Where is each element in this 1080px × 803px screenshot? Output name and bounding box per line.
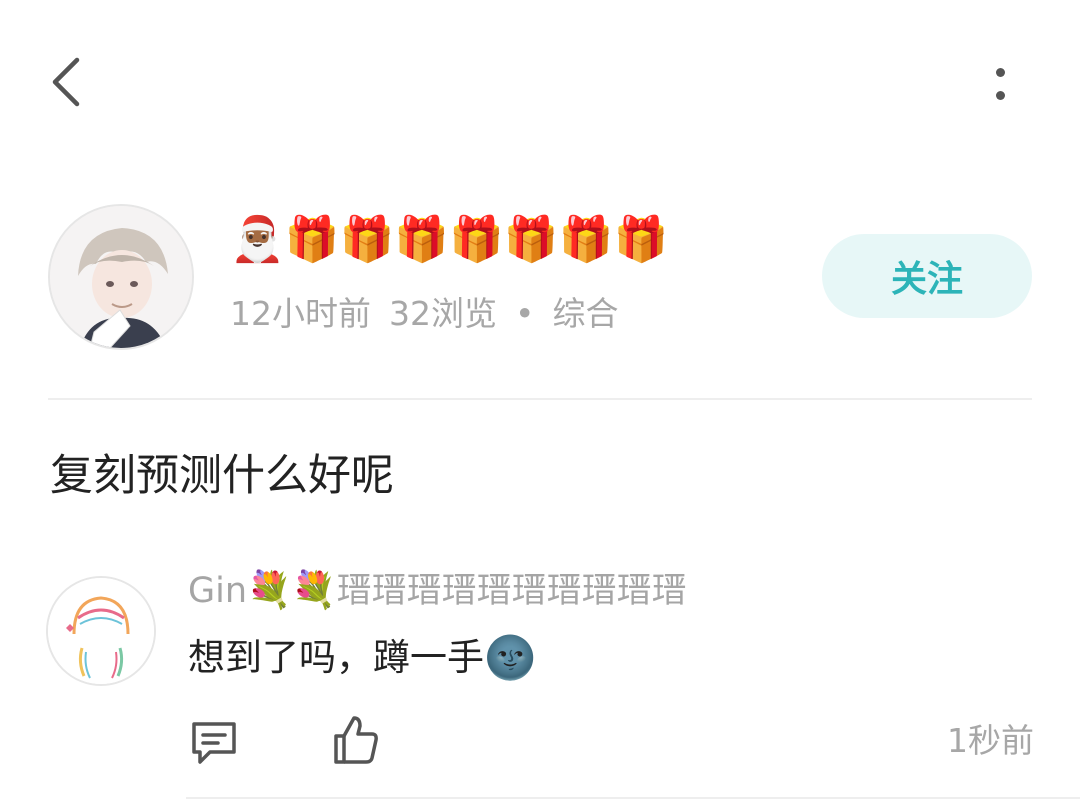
- comment-time: 1秒前: [947, 721, 1034, 760]
- meta-separator: •: [515, 294, 535, 333]
- commenter-avatar[interactable]: [46, 576, 156, 686]
- post-views: 32浏览: [389, 294, 497, 333]
- author-avatar[interactable]: [48, 204, 194, 350]
- commenter-name-prefix: Gin: [188, 571, 248, 611]
- more-vertical-icon-dot: [995, 68, 1005, 77]
- follow-button[interactable]: 关注: [822, 234, 1032, 318]
- comment-icon: [192, 722, 236, 764]
- more-vertical-icon-dot: [995, 91, 1005, 100]
- bouquet-emoji: 💐💐: [247, 570, 337, 611]
- author-name[interactable]: 🎅🏾🎁🎁🎁🎁🎁🎁🎁: [230, 212, 668, 268]
- divider: [186, 797, 1080, 799]
- divider: [48, 398, 1032, 400]
- chevron-left-icon: [52, 57, 80, 107]
- thumbs-up-icon: [334, 716, 378, 764]
- post-category[interactable]: 综合: [552, 290, 618, 338]
- like-button[interactable]: [330, 712, 380, 768]
- user-avatar-image: [50, 206, 192, 348]
- post-time: 12小时前: [230, 294, 371, 333]
- reply-button[interactable]: [188, 716, 240, 768]
- comment-body: 想到了吗，蹲一手: [188, 636, 484, 679]
- post-text: 复刻预测什么好呢: [50, 451, 394, 501]
- more-options-button[interactable]: [976, 56, 1024, 112]
- moon-emoji: 🌚: [484, 633, 537, 682]
- post-meta: 12小时前 32浏览 • 综合: [230, 290, 618, 338]
- back-button[interactable]: [38, 52, 94, 112]
- commenter-name-suffix: 瑨瑨瑨瑨瑨瑨瑨瑨瑨瑨: [336, 571, 687, 611]
- comment-text: 想到了吗，蹲一手 🌚: [188, 628, 536, 688]
- user-avatar-image: [48, 578, 154, 684]
- commenter-name[interactable]: Gin 💐💐 瑨瑨瑨瑨瑨瑨瑨瑨瑨瑨: [188, 562, 687, 620]
